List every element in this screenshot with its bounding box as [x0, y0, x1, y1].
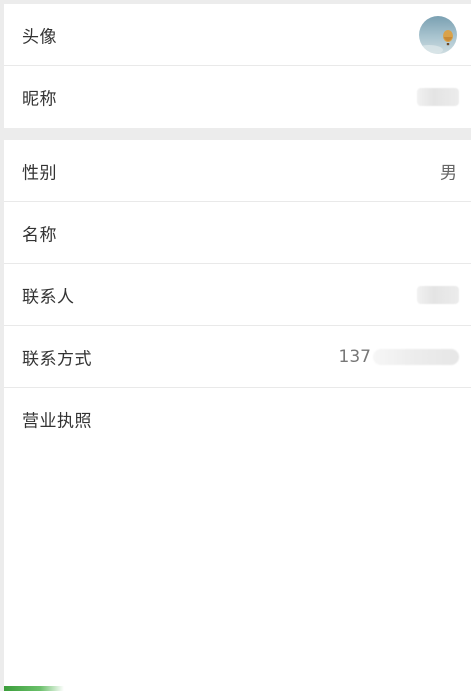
contact-person-label: 联系人: [22, 287, 75, 307]
contact-person-row[interactable]: 联系人: [4, 264, 471, 326]
contact-method-value: 137: [339, 347, 459, 367]
bottom-edge-mark: [4, 686, 64, 691]
nickname-row[interactable]: 昵称: [4, 66, 471, 128]
business-license-label: 营业执照: [22, 411, 92, 432]
contact-person-value-redacted: [417, 285, 459, 304]
name-row[interactable]: 名称: [4, 202, 471, 264]
hot-air-balloon-icon: [419, 29, 453, 54]
section-separator: [4, 128, 471, 140]
phone-prefix: 137: [338, 346, 371, 367]
avatar-row[interactable]: 头像: [4, 4, 471, 66]
nickname-value-redacted: [417, 88, 459, 106]
profile-page: 头像 昵称 性别 男 名称 联系人 联系方式 137 营业执照: [4, 4, 471, 691]
phone-redacted: [373, 348, 459, 365]
gender-value: 男: [440, 163, 457, 183]
business-license-row[interactable]: 营业执照: [4, 388, 471, 450]
name-label: 名称: [22, 225, 57, 245]
gender-label: 性别: [22, 163, 57, 183]
gender-row[interactable]: 性别 男: [4, 140, 471, 202]
profile-group: 头像 昵称: [4, 4, 471, 128]
contact-method-row[interactable]: 联系方式 137: [4, 326, 471, 388]
details-group: 性别 男 名称 联系人 联系方式 137 营业执照: [4, 140, 471, 450]
contact-method-label: 联系方式: [22, 349, 92, 369]
avatar[interactable]: [419, 15, 457, 54]
nickname-label: 昵称: [22, 89, 57, 110]
avatar-label: 头像: [22, 27, 57, 47]
